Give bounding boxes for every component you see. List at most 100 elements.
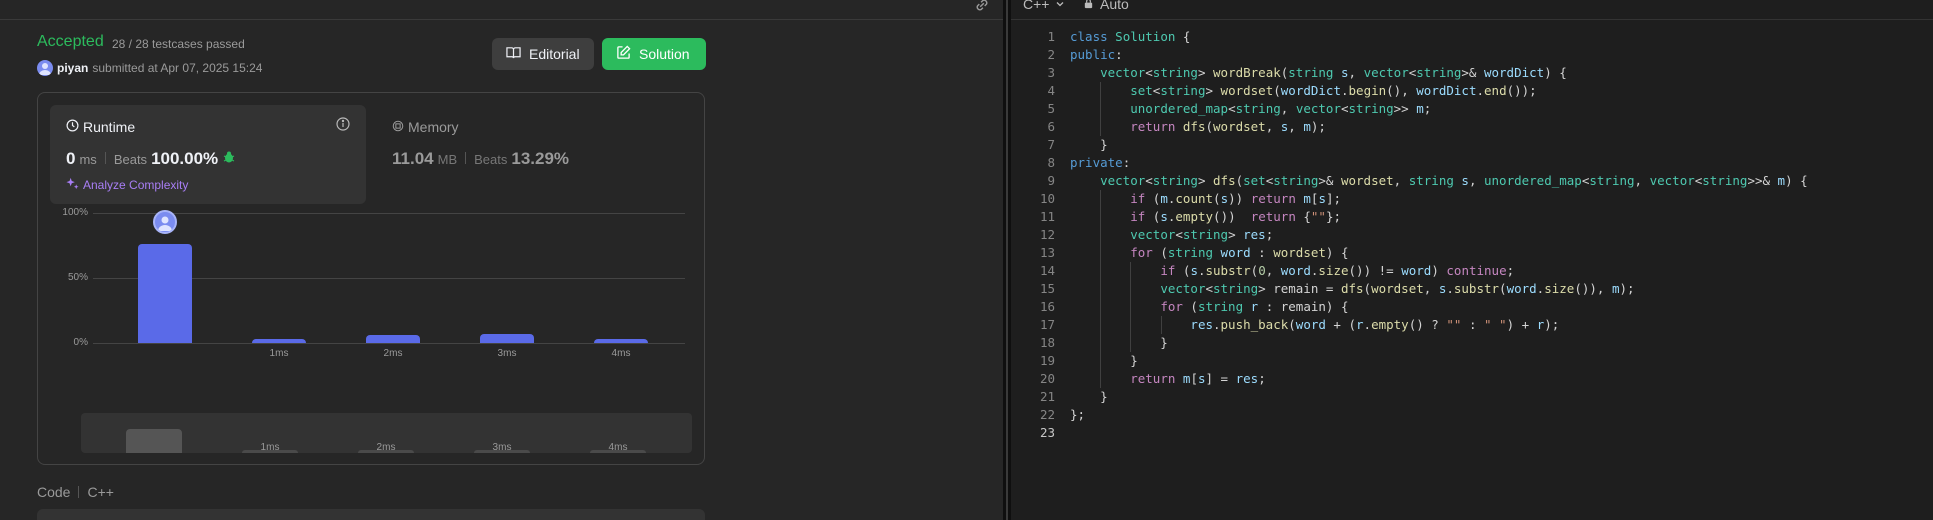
line-number: 19 bbox=[1039, 353, 1055, 368]
x-tick-label: 2ms bbox=[383, 348, 403, 359]
minimap-label: 3ms bbox=[492, 442, 512, 453]
chart-minimap[interactable]: 1ms 2ms 3ms 4ms bbox=[81, 413, 692, 453]
code-line[interactable]: 23 bbox=[1011, 424, 1933, 442]
x-tick-label: 3ms bbox=[497, 348, 517, 359]
line-number: 15 bbox=[1039, 281, 1055, 296]
chevron-down-icon bbox=[1055, 0, 1065, 12]
code-line-text: return dfs(wordset, s, m); bbox=[1130, 119, 1326, 134]
code-line-text: vector<string> remain = dfs(wordset, s.s… bbox=[1160, 281, 1635, 296]
code-line[interactable]: 8 private: bbox=[1011, 154, 1933, 172]
analyze-label: Analyze Complexity bbox=[83, 178, 189, 192]
line-number: 23 bbox=[1039, 425, 1055, 440]
code-line-text: } bbox=[1070, 137, 1108, 152]
chart-bar[interactable] bbox=[138, 244, 192, 343]
line-number: 6 bbox=[1047, 119, 1055, 134]
chart-bar[interactable] bbox=[594, 339, 648, 343]
code-line[interactable]: 20 return m[s] = res; bbox=[1011, 370, 1933, 388]
memory-value-row: 11.04 MB Beats 13.29% bbox=[392, 149, 573, 169]
line-number: 2 bbox=[1047, 47, 1055, 62]
avatar bbox=[153, 210, 177, 235]
divider bbox=[104, 152, 106, 164]
editor-toolbar: C++ Auto bbox=[1011, 0, 1933, 20]
editorial-label: Editorial bbox=[529, 46, 580, 62]
submitted-time: submitted at Apr 07, 2025 15:24 bbox=[92, 61, 263, 75]
line-number: 9 bbox=[1047, 173, 1055, 188]
code-label: Code bbox=[37, 484, 71, 500]
submission-meta: piyan submitted at Apr 07, 2025 15:24 bbox=[37, 60, 262, 76]
code-line-text: vector<string> res; bbox=[1130, 227, 1274, 242]
language-select[interactable]: C++ bbox=[1023, 0, 1065, 12]
link-icon[interactable] bbox=[973, 0, 993, 16]
line-number: 7 bbox=[1047, 137, 1055, 152]
x-tick-label: 4ms bbox=[611, 348, 631, 359]
code-line-text: if (m.count(s)) return m[s]; bbox=[1130, 191, 1342, 206]
minimap-label: 2ms bbox=[376, 442, 396, 453]
info-icon[interactable] bbox=[336, 117, 350, 131]
code-line[interactable]: 15 vector<string> remain = dfs(wordset, … bbox=[1011, 280, 1933, 298]
sparkle-icon bbox=[66, 177, 79, 193]
code-line[interactable]: 13 for (string word : wordset) { bbox=[1011, 244, 1933, 262]
mode-label: Auto bbox=[1100, 0, 1129, 12]
memory-beats-label: Beats bbox=[474, 152, 508, 167]
solution-button[interactable]: Solution bbox=[602, 38, 706, 70]
code-line[interactable]: 21 } bbox=[1011, 388, 1933, 406]
code-line-text: vector<string> wordBreak(string s, vecto… bbox=[1100, 65, 1567, 80]
line-number: 12 bbox=[1039, 227, 1055, 242]
code-line-text: } bbox=[1070, 335, 1168, 350]
chart-bar[interactable] bbox=[480, 333, 534, 343]
line-number: 21 bbox=[1039, 389, 1055, 404]
panel-resize-handle[interactable] bbox=[1003, 0, 1011, 520]
code-line[interactable]: 11 if (s.empty()) return {""}; bbox=[1011, 208, 1933, 226]
code-line[interactable]: 4 set<string> wordset(wordDict.begin(), … bbox=[1011, 82, 1933, 100]
avatar[interactable] bbox=[37, 60, 53, 76]
code-text-area[interactable]: 1 class Solution {2 public: 3 vector<string… bbox=[1011, 28, 1933, 442]
runtime-panel[interactable]: Runtime 0 ms Beats 100.00% Analyze Compl… bbox=[50, 105, 366, 204]
chart-bar[interactable] bbox=[366, 335, 420, 343]
line-number: 5 bbox=[1047, 101, 1055, 116]
chart-bar[interactable] bbox=[252, 339, 306, 343]
code-line[interactable]: 5 unordered_map<string, vector<string>> … bbox=[1011, 100, 1933, 118]
code-line[interactable]: 6 return dfs(wordset, s, m); bbox=[1011, 118, 1933, 136]
line-number: 4 bbox=[1047, 83, 1055, 98]
line-number: 13 bbox=[1039, 245, 1055, 260]
code-line[interactable]: 19 } bbox=[1011, 352, 1933, 370]
runtime-beats-label: Beats bbox=[113, 152, 148, 167]
editorial-button[interactable]: Editorial bbox=[492, 38, 594, 70]
code-line[interactable]: 2 public: bbox=[1011, 46, 1933, 64]
code-line-text: if (s.empty()) return {""}; bbox=[1130, 209, 1342, 224]
testcases-count: 28 / 28 testcases passed bbox=[112, 37, 245, 51]
code-line[interactable]: 17 res.push_back(word + (r.empty() ? "" … bbox=[1011, 316, 1933, 334]
code-line[interactable]: 18 } bbox=[1011, 334, 1933, 352]
code-line[interactable]: 3 vector<string> wordBreak(string s, vec… bbox=[1011, 64, 1933, 82]
code-line[interactable]: 10 if (m.count(s)) return m[s]; bbox=[1011, 190, 1933, 208]
minimap-bar bbox=[126, 429, 182, 453]
code-line[interactable]: 22}; bbox=[1011, 406, 1933, 424]
edit-icon bbox=[616, 45, 631, 63]
code-line-text: return m[s] = res; bbox=[1130, 371, 1266, 386]
panel-topbar bbox=[0, 0, 1003, 20]
memory-title[interactable]: Memory bbox=[392, 119, 459, 135]
code-line-text: private: bbox=[1070, 155, 1131, 170]
code-line[interactable]: 12 vector<string> res; bbox=[1011, 226, 1933, 244]
code-line-text: set<string> wordset(wordDict.begin(), wo… bbox=[1130, 83, 1537, 98]
code-line[interactable]: 9 vector<string> dfs(set<string>& wordse… bbox=[1011, 172, 1933, 190]
line-number: 18 bbox=[1039, 335, 1055, 350]
line-number: 14 bbox=[1039, 263, 1055, 278]
code-line-text: vector<string> dfs(set<string>& wordset,… bbox=[1100, 173, 1808, 188]
y-tick-label: 100% bbox=[62, 207, 88, 218]
code-line-text: public: bbox=[1070, 47, 1123, 62]
analyze-complexity-link[interactable]: Analyze Complexity bbox=[66, 177, 188, 193]
auto-mode-toggle[interactable]: Auto bbox=[1083, 0, 1129, 12]
line-number: 10 bbox=[1039, 191, 1055, 206]
y-tick-label: 50% bbox=[67, 272, 88, 283]
code-line[interactable]: 14 if (s.substr(0, word.size()) != word)… bbox=[1011, 262, 1933, 280]
divider bbox=[78, 486, 80, 498]
code-section-header: Code C++ bbox=[37, 484, 114, 500]
code-line[interactable]: 16 for (string r : remain) { bbox=[1011, 298, 1933, 316]
code-line[interactable]: 7 } bbox=[1011, 136, 1933, 154]
runtime-label: Runtime bbox=[83, 119, 136, 135]
username-link[interactable]: piyan bbox=[57, 61, 88, 75]
code-line-text: res.push_back(word + (r.empty() ? "" : "… bbox=[1190, 317, 1560, 332]
code-line[interactable]: 1 class Solution { bbox=[1011, 28, 1933, 46]
memory-unit: MB bbox=[437, 152, 458, 167]
